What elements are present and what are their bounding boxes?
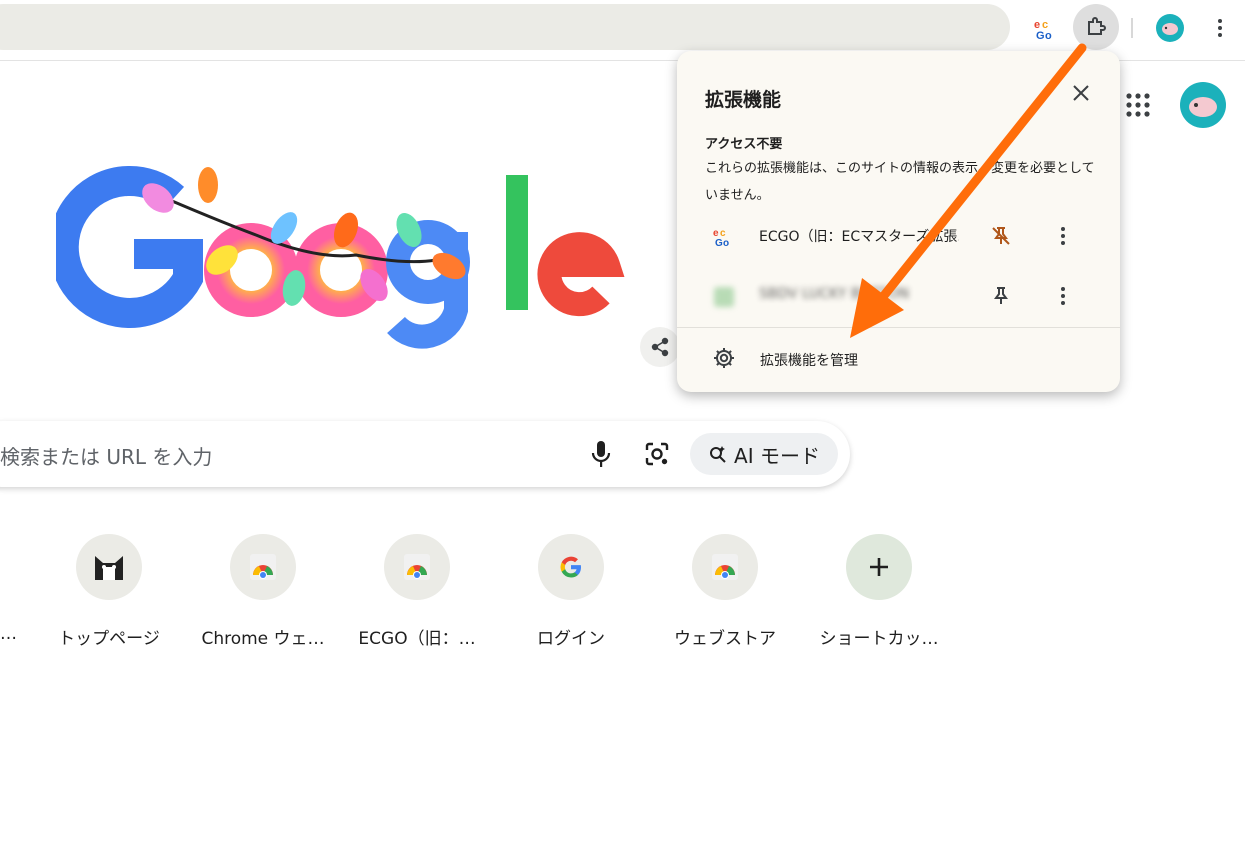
shortcut-label: ショートカッ… (819, 629, 939, 649)
shortcut-label: トップページ (58, 629, 160, 649)
shortcut-label: ECGO（旧：… (358, 629, 476, 649)
shortcut-tile[interactable]: トップページ (44, 534, 174, 649)
popup-title: 拡張機能 (705, 89, 782, 111)
section-description: これらの拡張機能は、このサイトの情報の表示、変更を必要としていません。 (705, 161, 1095, 203)
three-dot-menu-icon[interactable] (1208, 14, 1232, 42)
manage-extensions-label: 拡張機能を管理 (760, 353, 858, 369)
google-apps-icon[interactable] (1121, 88, 1155, 122)
shortcut-label: ログイン (537, 629, 605, 649)
share-icon[interactable] (640, 327, 680, 367)
shortcut-tile[interactable]: Chrome ウェ… (198, 534, 328, 649)
microphone-icon[interactable] (587, 439, 615, 469)
gear-icon (712, 346, 736, 370)
shortcut-label: ウェブストア (674, 629, 776, 649)
extension-row[interactable]: SBDV LUCKY BUTTON (677, 271, 1120, 321)
svg-text:G: G (715, 238, 723, 248)
shortcut-label: Chrome ウェ… (201, 629, 325, 649)
ecgo-extension-icon[interactable]: e c G o (1033, 16, 1059, 42)
close-icon[interactable] (1069, 81, 1093, 105)
extensions-popup: 拡張機能 アクセス不要 これらの拡張機能は、このサイトの情報の表示、変更を必要と… (677, 51, 1120, 392)
shortcut-tile[interactable]: ログイン (506, 534, 636, 649)
search-box[interactable]: 検索または URL を入力 AI モード (0, 421, 850, 487)
shortcut-tile[interactable]: ECGO（旧：… (352, 534, 482, 649)
more-vert-icon[interactable] (1053, 224, 1073, 248)
address-bar[interactable] (0, 4, 1010, 50)
extension-icon (713, 286, 735, 308)
svg-text:o: o (1045, 30, 1052, 42)
extensions-puzzle-icon[interactable] (1073, 4, 1119, 50)
toolbar-divider (1131, 18, 1133, 38)
svg-text:G: G (1036, 30, 1045, 42)
add-shortcut-tile[interactable]: ショートカッ… (814, 534, 944, 649)
ai-mode-label: AI モード (734, 443, 820, 468)
pin-icon[interactable] (989, 284, 1013, 308)
section-title: アクセス不要 (705, 137, 783, 152)
google-lens-icon[interactable] (643, 440, 671, 468)
search-input[interactable]: 検索または URL を入力 (0, 441, 212, 470)
google-doodle[interactable] (48, 150, 626, 360)
extension-name: SBDV LUCKY BUTTON (759, 286, 910, 302)
google-g-icon (538, 534, 604, 600)
shortcut-partial-label[interactable]: … (0, 624, 17, 644)
shortcut-tile[interactable]: ウェブストア (660, 534, 790, 649)
profile-avatar[interactable] (1156, 14, 1184, 42)
unpin-icon[interactable] (989, 224, 1013, 248)
chrome-icon (384, 534, 450, 600)
ecgo-extension-icon: e c G o (713, 226, 735, 249)
manage-extensions-button[interactable]: 拡張機能を管理 (677, 328, 1120, 388)
ai-mode-button[interactable]: AI モード (690, 433, 838, 475)
extension-name: ECGO（旧：ECマスターズ拡張... (759, 229, 959, 245)
extension-row[interactable]: e c G o ECGO（旧：ECマスターズ拡張... (677, 211, 1120, 261)
svg-text:o: o (723, 238, 729, 248)
cat-icon (76, 534, 142, 600)
chrome-icon (230, 534, 296, 600)
chrome-icon (692, 534, 758, 600)
ai-sparkle-search-icon (710, 446, 726, 463)
plus-icon (846, 534, 912, 600)
account-avatar[interactable] (1180, 82, 1226, 128)
more-vert-icon[interactable] (1053, 284, 1073, 308)
